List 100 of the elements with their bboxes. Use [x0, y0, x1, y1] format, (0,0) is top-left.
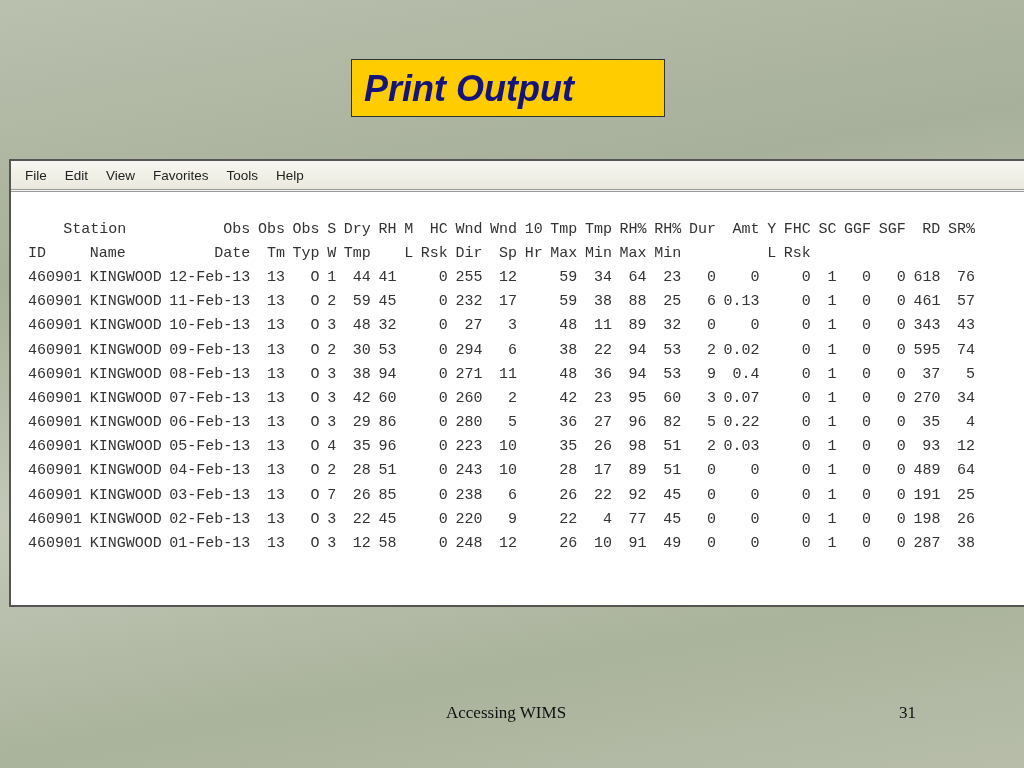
table-cell-text: 0: [861, 317, 872, 335]
table-cell: KINGWOOD: [89, 365, 162, 383]
column-header: Dur: [688, 220, 716, 238]
table-cell-text: 0: [437, 510, 448, 528]
table-cell-text: 0: [705, 510, 716, 528]
table-cell: 2: [327, 462, 337, 480]
column-header: Max: [550, 244, 578, 262]
table-cell-text: 0: [861, 389, 872, 407]
table-cell-text: 13: [265, 389, 285, 407]
menu-item[interactable]: Favorites: [145, 167, 217, 183]
table-cell: 11-Feb-13: [169, 293, 251, 311]
table-cell-text: 0: [800, 389, 811, 407]
table-cell: 294: [455, 341, 483, 359]
column-header: 10: [524, 220, 543, 238]
table-cell-text: 0: [705, 462, 716, 480]
table-cell-text: 13: [265, 365, 285, 383]
column-header: RD: [921, 220, 941, 238]
table-cell-text: 48: [351, 317, 371, 335]
table-cell: 41: [378, 268, 397, 286]
table-cell-text: 38: [558, 341, 578, 359]
table-cell: 51: [378, 462, 397, 480]
column-header: Dir: [455, 244, 483, 262]
column-header: S: [327, 220, 337, 238]
table-cell-text: O: [309, 462, 320, 480]
table-cell-text: 1: [826, 341, 837, 359]
table-cell-text: 1: [826, 438, 837, 456]
table-cell-text: 34: [592, 268, 612, 286]
table-cell-text: 0: [800, 486, 811, 504]
table-cell-text: 44: [351, 268, 371, 286]
table-cell: 220: [455, 510, 483, 528]
table-cell-text: 36: [592, 365, 612, 383]
table-cell-text: 22: [558, 510, 578, 528]
table-cell-text: 0: [437, 535, 448, 553]
menu-item[interactable]: File: [17, 167, 55, 183]
table-cell: 460901: [28, 317, 82, 335]
table-cell-text: 0: [895, 293, 906, 311]
table-cell: 08-Feb-13: [169, 365, 251, 383]
table-cell: 03-Feb-13: [169, 486, 251, 504]
menu-item[interactable]: Help: [268, 167, 312, 183]
table-cell-text: O: [309, 341, 320, 359]
table-cell-text: 0: [895, 414, 906, 432]
table-cell: 3: [327, 510, 337, 528]
table-cell-text: 38: [351, 365, 371, 383]
table-cell: 595: [913, 341, 941, 359]
table-cell-text: 0: [800, 293, 811, 311]
table-cell-text: O: [309, 438, 320, 456]
table-cell-text: 0: [861, 341, 872, 359]
table-cell: 04-Feb-13: [169, 462, 251, 480]
table-cell-text: 0: [800, 268, 811, 286]
table-cell-text: 0: [749, 462, 760, 480]
table-cell-text: 0: [800, 510, 811, 528]
table-cell: 7: [327, 486, 337, 504]
menu-item[interactable]: Tools: [218, 167, 267, 183]
table-cell-text: O: [309, 510, 320, 528]
table-cell-text: 10: [592, 535, 612, 553]
menu-item[interactable]: Edit: [56, 167, 97, 183]
column-header: W: [327, 244, 337, 262]
menu-item[interactable]: View: [98, 167, 144, 183]
table-cell-text: 1: [826, 293, 837, 311]
table-cell: 460901: [28, 535, 82, 553]
table-cell: 94: [378, 365, 397, 383]
footer-text: Accessing WIMS: [446, 703, 567, 723]
table-cell-text: 30: [351, 341, 371, 359]
table-cell-text: 5: [705, 414, 716, 432]
table-cell: 0.22: [723, 414, 760, 432]
table-cell: 10-Feb-13: [169, 317, 251, 335]
table-cell: KINGWOOD: [89, 341, 162, 359]
column-header: FHC: [783, 220, 811, 238]
table-cell: 280: [455, 414, 483, 432]
table-cell: 343: [913, 317, 941, 335]
table-cell-text: 13: [265, 341, 285, 359]
column-header: HC: [428, 220, 448, 238]
table-cell-text: 13: [265, 268, 285, 286]
table-cell: 2: [327, 293, 337, 311]
table-cell-text: 0: [705, 535, 716, 553]
table-cell-text: 26: [558, 535, 578, 553]
column-header: Tmp: [584, 220, 612, 238]
table-cell-text: 0: [800, 317, 811, 335]
table-cell-text: 1: [826, 486, 837, 504]
column-header: Tmp: [343, 244, 371, 262]
table-cell-text: 28: [351, 462, 371, 480]
table-cell: 243: [455, 462, 483, 480]
table-cell: 248: [455, 535, 483, 553]
table-cell-text: 0: [437, 341, 448, 359]
table-cell: 2: [327, 341, 337, 359]
table-cell-text: 0: [861, 462, 872, 480]
table-cell-text: 0: [437, 365, 448, 383]
table-cell-text: 22: [592, 486, 612, 504]
table-cell-text: 98: [627, 438, 647, 456]
table-cell: 0.07: [723, 389, 760, 407]
table-cell-text: 0: [861, 535, 872, 553]
table-cell-text: 12: [956, 438, 975, 456]
column-header: Obs: [257, 220, 285, 238]
column-header: Rsk: [420, 244, 448, 262]
table-cell-text: 0: [861, 486, 872, 504]
table-cell-text: 5: [507, 414, 518, 432]
table-cell: 618: [913, 268, 941, 286]
table-cell: 460901: [28, 486, 82, 504]
table-cell-text: 38: [956, 535, 975, 553]
table-cell-text: 59: [558, 293, 578, 311]
